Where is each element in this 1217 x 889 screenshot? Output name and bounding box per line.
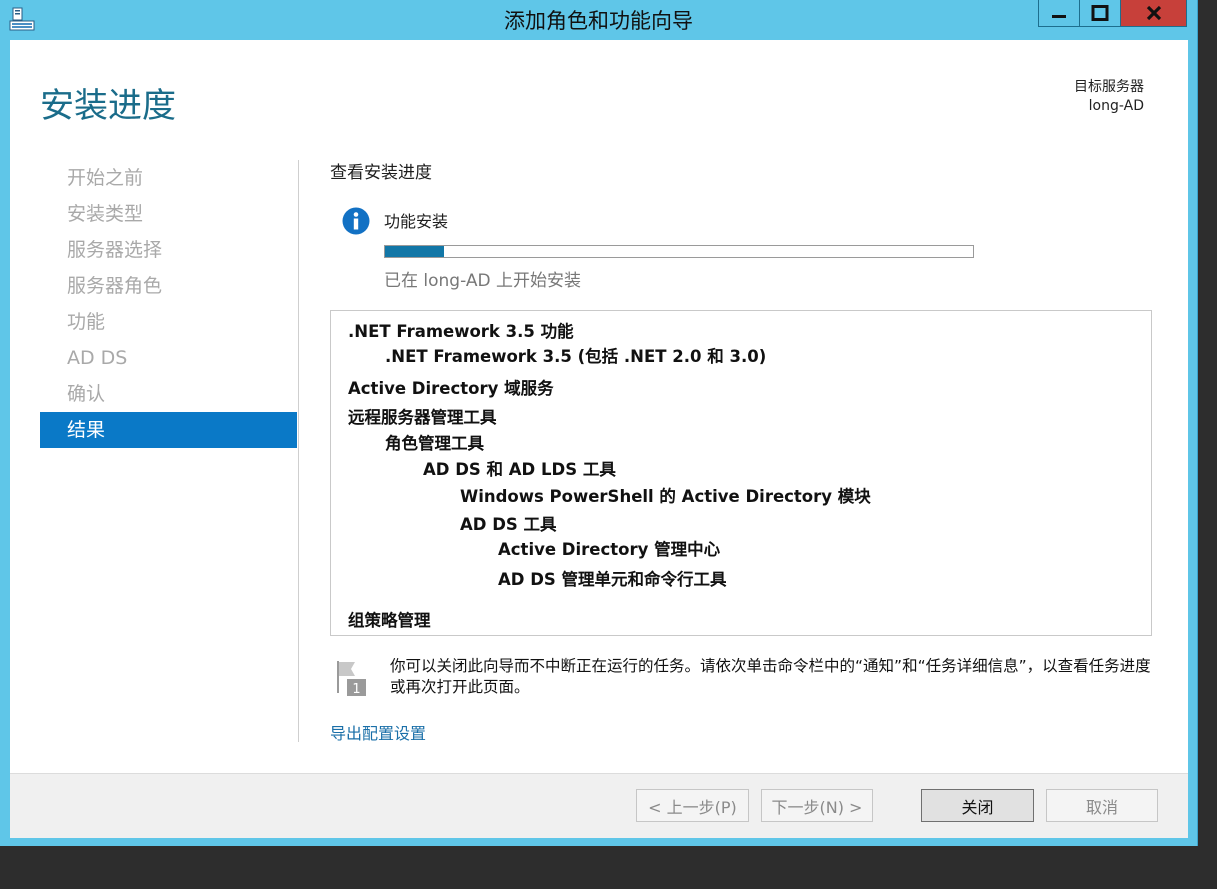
feature-item: AD DS 和 AD LDS 工具: [423, 460, 616, 479]
minimize-icon: [1052, 15, 1066, 18]
page-title: 安装进度: [40, 86, 176, 126]
nav-item-before-you-begin: 开始之前: [67, 167, 144, 189]
feature-list: .NET Framework 3.5 功能 .NET Framework 3.5…: [330, 310, 1152, 636]
title-bar[interactable]: 添加角色和功能向导: [0, 0, 1197, 40]
section-heading: 查看安装进度: [330, 163, 432, 183]
notification-flag-icon: 1: [337, 661, 366, 697]
feature-item: Windows PowerShell 的 Active Directory 模块: [460, 487, 871, 506]
wizard-window: 添加角色和功能向导 安装进度 目标服务器 long-AD 开始之前 安装类型 服…: [0, 0, 1198, 846]
target-server: 目标服务器 long-AD: [1074, 78, 1144, 116]
feature-item: 远程服务器管理工具: [348, 408, 497, 427]
nav-divider: [298, 160, 299, 742]
export-configuration-link[interactable]: 导出配置设置: [330, 720, 426, 744]
nav-item-results[interactable]: 结果: [40, 412, 297, 448]
cancel-button[interactable]: 取消: [1046, 789, 1158, 822]
feature-item: .NET Framework 3.5 (包括 .NET 2.0 和 3.0): [385, 347, 767, 366]
install-label: 功能安装: [384, 212, 449, 231]
notice-text: 你可以关闭此向导而不中断正在运行的任务。请依次单击命令栏中的“通知”和“任务详细…: [390, 657, 1151, 696]
previous-button[interactable]: < 上一步(P): [636, 789, 749, 822]
nav-item-confirmation: 确认: [67, 383, 106, 405]
nav-item-features: 功能: [67, 311, 106, 333]
minimize-button[interactable]: [1038, 0, 1080, 27]
maximize-button[interactable]: [1080, 0, 1121, 27]
feature-item: AD DS 工具: [460, 515, 557, 534]
target-server-name: long-AD: [1088, 98, 1144, 114]
feature-item: Active Directory 域服务: [348, 379, 554, 398]
close-icon: [1146, 5, 1161, 21]
close-button[interactable]: 关闭: [921, 789, 1034, 822]
maximize-icon: [1091, 5, 1109, 21]
install-status: 已在 long-AD 上开始安装: [384, 271, 581, 291]
progress-fill: [385, 246, 444, 257]
close-window-button[interactable]: [1121, 0, 1187, 27]
nav-item-ad-ds: AD DS: [67, 347, 128, 369]
nav-item-installation-type: 安装类型: [67, 203, 144, 225]
feature-item: AD DS 管理单元和命令行工具: [498, 570, 727, 589]
button-bar: < 上一步(P) 下一步(N) > 关闭 取消: [10, 773, 1188, 838]
feature-item: .NET Framework 3.5 功能: [348, 322, 574, 341]
main-panel: 查看安装进度 功能安装 已在 long-AD 上开始安装 .NET Framew…: [330, 158, 1160, 743]
nav-item-server-selection: 服务器选择: [67, 239, 163, 261]
next-button[interactable]: 下一步(N) >: [761, 789, 873, 822]
wizard-nav: 开始之前 安装类型 服务器选择 服务器角色 功能 AD DS 确认 结果: [40, 160, 297, 448]
window-title: 添加角色和功能向导: [504, 9, 693, 33]
feature-item: 组策略管理: [348, 611, 431, 630]
feature-item: Active Directory 管理中心: [498, 540, 721, 559]
notification-badge: 1: [352, 682, 360, 697]
feature-item: 角色管理工具: [385, 434, 484, 453]
info-icon: [342, 207, 370, 235]
install-progress-bar: [384, 245, 974, 258]
nav-item-server-roles: 服务器角色: [67, 275, 163, 297]
wizard-content: 安装进度 目标服务器 long-AD 开始之前 安装类型 服务器选择 服务器角色…: [10, 40, 1188, 838]
target-server-label: 目标服务器: [1074, 79, 1144, 95]
